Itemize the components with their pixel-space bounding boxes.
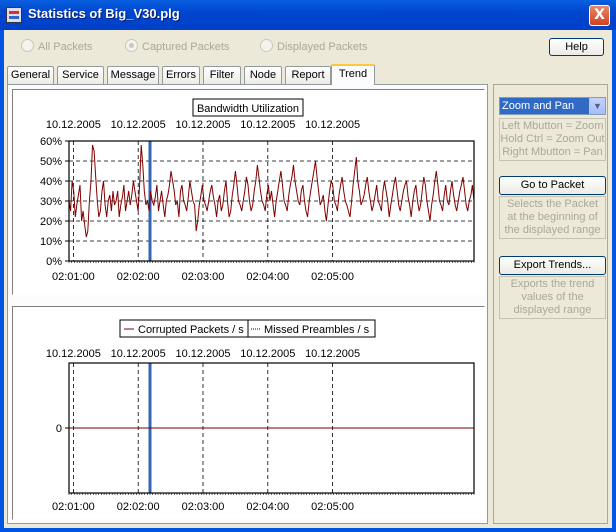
radio-label: Captured Packets	[142, 41, 230, 53]
zoom-hint-line: Left Mbutton = Zoom	[501, 120, 604, 132]
help-button[interactable]: Help	[549, 38, 604, 56]
tab-node[interactable]: Node	[244, 66, 282, 84]
radio-all-packets[interactable]: All Packets	[21, 39, 92, 53]
errors-chart-panel[interactable]: Corrupted Packets / s Missed Preambles / …	[12, 306, 485, 520]
export-hint-line: displayed range	[513, 304, 592, 316]
legend-label-missed: Missed Preambles / s	[264, 324, 370, 336]
zoom-hint-line: Hold Ctrl = Zoom Out	[500, 133, 605, 145]
x-time-label: 02:04:00	[246, 501, 289, 513]
bandwidth-chart[interactable]: Bandwidth Utilization 0% 10% 20% 30% 40% 50% 60…	[13, 90, 484, 294]
x-date-label: 10.12.2005	[240, 348, 295, 360]
goto-hint-line: at the beginning of	[507, 211, 598, 223]
title-bar[interactable]: Statistics of Big_V30.plg X	[0, 0, 616, 30]
errors-chart[interactable]: Corrupted Packets / s Missed Preambles / …	[13, 307, 484, 519]
x-date-label: 10.12.2005	[305, 119, 360, 131]
tab-errors[interactable]: Errors	[162, 66, 200, 84]
radio-dot-icon	[21, 39, 34, 52]
radio-label: Displayed Packets	[277, 41, 368, 53]
y-tick-label: 10%	[40, 236, 62, 248]
trend-controls-pane: Zoom and Pan ▼ Left Mbutton = Zoom Hold …	[493, 84, 608, 524]
x-time-label: 02:05:00	[311, 271, 354, 283]
x-date-label: 10.12.2005	[305, 348, 360, 360]
bandwidth-chart-panel[interactable]: Bandwidth Utilization 0% 10% 20% 30% 40% 50% 60…	[12, 89, 485, 295]
y-tick-label: 60%	[40, 136, 62, 148]
goto-hint-line: the displayed range	[504, 224, 601, 236]
close-button[interactable]: X	[589, 5, 610, 26]
tab-service[interactable]: Service	[57, 66, 104, 84]
tab-report[interactable]: Report	[285, 66, 331, 84]
x-time-label: 02:02:00	[117, 501, 160, 513]
x-date-label: 10.12.2005	[240, 119, 295, 131]
y-tick-label: 30%	[40, 196, 62, 208]
x-date-label: 10.12.2005	[175, 119, 230, 131]
x-date-label: 10.12.2005	[46, 348, 101, 360]
x-time-label: 02:04:00	[246, 271, 289, 283]
radio-displayed-packets[interactable]: Displayed Packets	[260, 39, 368, 53]
tab-filter[interactable]: Filter	[203, 66, 241, 84]
x-time-label: 02:03:00	[182, 271, 225, 283]
x-time-label: 02:03:00	[182, 501, 225, 513]
export-hint-line: values of the	[521, 291, 584, 303]
radio-dot-icon	[260, 39, 273, 52]
window-title: Statistics of Big_V30.plg	[28, 6, 180, 21]
export-trends-button[interactable]: Export Trends...	[499, 256, 606, 275]
export-trends-hint: Exports the trend values of the displaye…	[499, 276, 606, 319]
x-time-label: 02:02:00	[117, 271, 160, 283]
tab-message[interactable]: Message	[107, 66, 159, 84]
go-to-packet-button[interactable]: Go to Packet	[499, 176, 606, 195]
statistics-window: Statistics of Big_V30.plg X All Packets …	[0, 0, 616, 532]
zoom-mode-value: Zoom and Pan	[502, 100, 575, 112]
radio-label: All Packets	[38, 41, 93, 53]
radio-captured-packets[interactable]: Captured Packets	[125, 39, 229, 53]
radio-dot-selected-icon	[125, 39, 138, 52]
chevron-down-icon[interactable]: ▼	[589, 98, 605, 114]
y-tick-label: 40%	[40, 176, 62, 188]
app-icon	[6, 7, 22, 23]
chart-title: Bandwidth Utilization	[197, 103, 299, 115]
dialog-client: All Packets Captured Packets Displayed P…	[4, 30, 612, 528]
goto-hint-line: Selects the Packet	[506, 198, 599, 210]
export-hint-line: Exports the trend	[510, 278, 595, 290]
y-tick-label: 20%	[40, 216, 62, 228]
x-time-label: 02:05:00	[311, 501, 354, 513]
x-date-label: 10.12.2005	[46, 119, 101, 131]
x-date-label: 10.12.2005	[111, 348, 166, 360]
legend-label-corrupted: Corrupted Packets / s	[138, 324, 244, 336]
zoom-hint: Left Mbutton = Zoom Hold Ctrl = Zoom Out…	[499, 118, 606, 161]
tab-trend[interactable]: Trend	[331, 64, 375, 85]
x-time-label: 02:01:00	[52, 501, 95, 513]
x-time-label: 02:01:00	[52, 271, 95, 283]
tab-general[interactable]: General	[7, 66, 54, 84]
zoom-hint-line: Right Mbutton = Pan	[502, 146, 603, 158]
x-date-label: 10.12.2005	[111, 119, 166, 131]
x-date-label: 10.12.2005	[175, 348, 230, 360]
go-to-packet-hint: Selects the Packet at the beginning of t…	[499, 196, 606, 239]
y-tick-label: 50%	[40, 156, 62, 168]
y-tick-label: 0	[56, 423, 62, 435]
y-tick-label: 0%	[46, 256, 62, 268]
trend-tab-panel: Bandwidth Utilization 0% 10% 20% 30% 40% 50% 60…	[7, 84, 488, 524]
zoom-mode-select[interactable]: Zoom and Pan ▼	[499, 97, 606, 115]
bandwidth-series-line	[68, 144, 475, 238]
